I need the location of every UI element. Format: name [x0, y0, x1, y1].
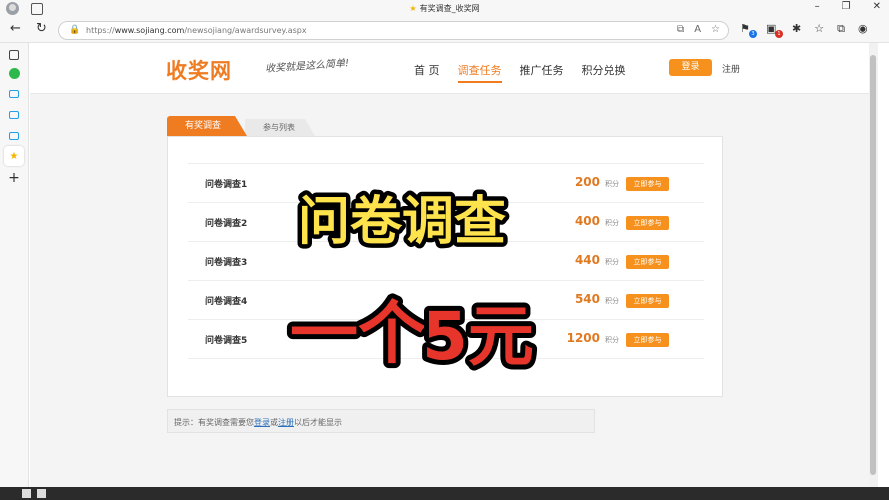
- survey-name[interactable]: 问卷调查4: [205, 294, 247, 307]
- tab-participation-list[interactable]: 参与列表: [245, 119, 315, 136]
- survey-name[interactable]: 问卷调查2: [205, 216, 247, 229]
- svg-text:5元: 5元: [422, 298, 534, 375]
- main-nav: 首 页 调查任务 推广任务 积分兑换: [414, 62, 626, 83]
- window-titlebar: ★ 有奖调查_收奖网 – ❐ ✕: [0, 0, 889, 18]
- favorite-star-icon[interactable]: ☆: [711, 24, 720, 35]
- refresh-icon[interactable]: ↻: [36, 21, 47, 36]
- survey-points: 440: [574, 253, 600, 267]
- bilibili-tv-icon[interactable]: [7, 87, 21, 101]
- read-aloud-icon[interactable]: A: [694, 24, 701, 35]
- url-text: https://www.sojiang.com/newsojiang/award…: [86, 26, 307, 35]
- nav-survey-tasks[interactable]: 调查任务: [457, 62, 502, 83]
- close-icon[interactable]: ✕: [873, 1, 881, 12]
- app-available-icon[interactable]: ⧉: [677, 24, 684, 35]
- tip-login-link[interactable]: 登录: [254, 418, 270, 427]
- app-green-icon[interactable]: [7, 66, 21, 80]
- tab-award-survey[interactable]: 有奖调查: [167, 116, 247, 136]
- favorites-icon[interactable]: ☆: [814, 22, 824, 36]
- survey-name[interactable]: 问卷调查5: [205, 333, 247, 346]
- tip-register-link[interactable]: 注册: [278, 418, 294, 427]
- join-now-button[interactable]: 立即参与: [626, 333, 669, 347]
- bottom-taskbar: [0, 487, 889, 500]
- survey-points: 540: [574, 292, 600, 306]
- sojiang-star-icon[interactable]: ★: [4, 146, 24, 166]
- survey-tabs: 参与列表 有奖调查: [167, 116, 723, 136]
- login-button[interactable]: 登录: [669, 59, 712, 76]
- url-field[interactable]: 🔒 https://www.sojiang.com/newsojiang/awa…: [58, 21, 729, 40]
- bilibili-tv-icon[interactable]: [7, 129, 21, 143]
- survey-points: 200: [574, 175, 600, 189]
- copilot-icon[interactable]: ◉: [858, 22, 868, 36]
- extensions-puzzle-icon[interactable]: ✱: [792, 22, 801, 36]
- survey-name[interactable]: 问卷调查1: [205, 177, 247, 190]
- address-toolbar: ← ↻ 🔒 https://www.sojiang.com/newsojiang…: [0, 18, 889, 43]
- add-icon[interactable]: +: [7, 170, 21, 186]
- site-header: 收奖网 收奖就是这么简单! 首 页 调查任务 推广任务 积分兑换 登录 注册: [30, 43, 878, 94]
- join-now-button[interactable]: 立即参与: [626, 294, 669, 308]
- window-title: ★ 有奖调查_收奖网: [409, 4, 480, 13]
- site-favicon-icon: ★: [409, 4, 417, 13]
- points-unit: 积分: [605, 258, 619, 266]
- points-unit: 积分: [605, 297, 619, 305]
- survey-points: 400: [574, 214, 600, 228]
- scrollbar-thumb[interactable]: [870, 55, 876, 475]
- site-logo[interactable]: 收奖网: [166, 55, 232, 85]
- register-link[interactable]: 注册: [722, 62, 740, 75]
- restore-icon[interactable]: ❐: [842, 1, 851, 12]
- tab-actions-icon[interactable]: [7, 48, 21, 62]
- svg-text:问卷调查: 问卷调查: [298, 192, 506, 252]
- extension-icon[interactable]: ▣ 1: [766, 22, 783, 38]
- taskbar-icon[interactable]: [22, 489, 31, 498]
- nav-home[interactable]: 首 页: [414, 62, 440, 83]
- join-now-button[interactable]: 立即参与: [626, 216, 669, 230]
- site-slogan: 收奖就是这么简单!: [264, 58, 350, 75]
- back-arrow-icon[interactable]: ←: [10, 21, 21, 36]
- lock-icon: 🔒: [69, 25, 81, 35]
- survey-name[interactable]: 问卷调查3: [205, 255, 247, 268]
- points-unit: 积分: [605, 219, 619, 227]
- extension-icon[interactable]: ⚑ 3: [740, 22, 757, 38]
- taskbar-icon[interactable]: [37, 489, 46, 498]
- join-now-button[interactable]: 立即参与: [626, 255, 669, 269]
- nav-promo-tasks[interactable]: 推广任务: [520, 62, 564, 83]
- browser-sidebar: ★ +: [0, 43, 29, 487]
- svg-text:一个: 一个: [290, 295, 426, 374]
- collections-icon[interactable]: ⧉: [837, 22, 845, 36]
- survey-points: 1200: [566, 331, 600, 345]
- overlay-caption-survey: 问卷调查 问卷调查: [295, 188, 510, 254]
- points-unit: 积分: [605, 180, 619, 188]
- tip-text: 提示：有奖调查需要您登录或注册以后才能显示: [174, 418, 342, 427]
- join-now-button[interactable]: 立即参与: [626, 177, 669, 191]
- minimize-icon[interactable]: –: [815, 1, 820, 12]
- points-unit: 积分: [605, 336, 619, 344]
- page-scrollbar[interactable]: [869, 43, 878, 487]
- tip-box: 提示：有奖调查需要您登录或注册以后才能显示: [167, 409, 595, 433]
- nav-points-exchange[interactable]: 积分兑换: [582, 62, 626, 83]
- webpage: 收奖网 收奖就是这么简单! 首 页 调查任务 推广任务 积分兑换 登录 注册 参…: [30, 43, 878, 487]
- overlay-caption-price: 一个 一个 5元 5元: [285, 290, 539, 375]
- bilibili-tv-icon[interactable]: [7, 108, 21, 122]
